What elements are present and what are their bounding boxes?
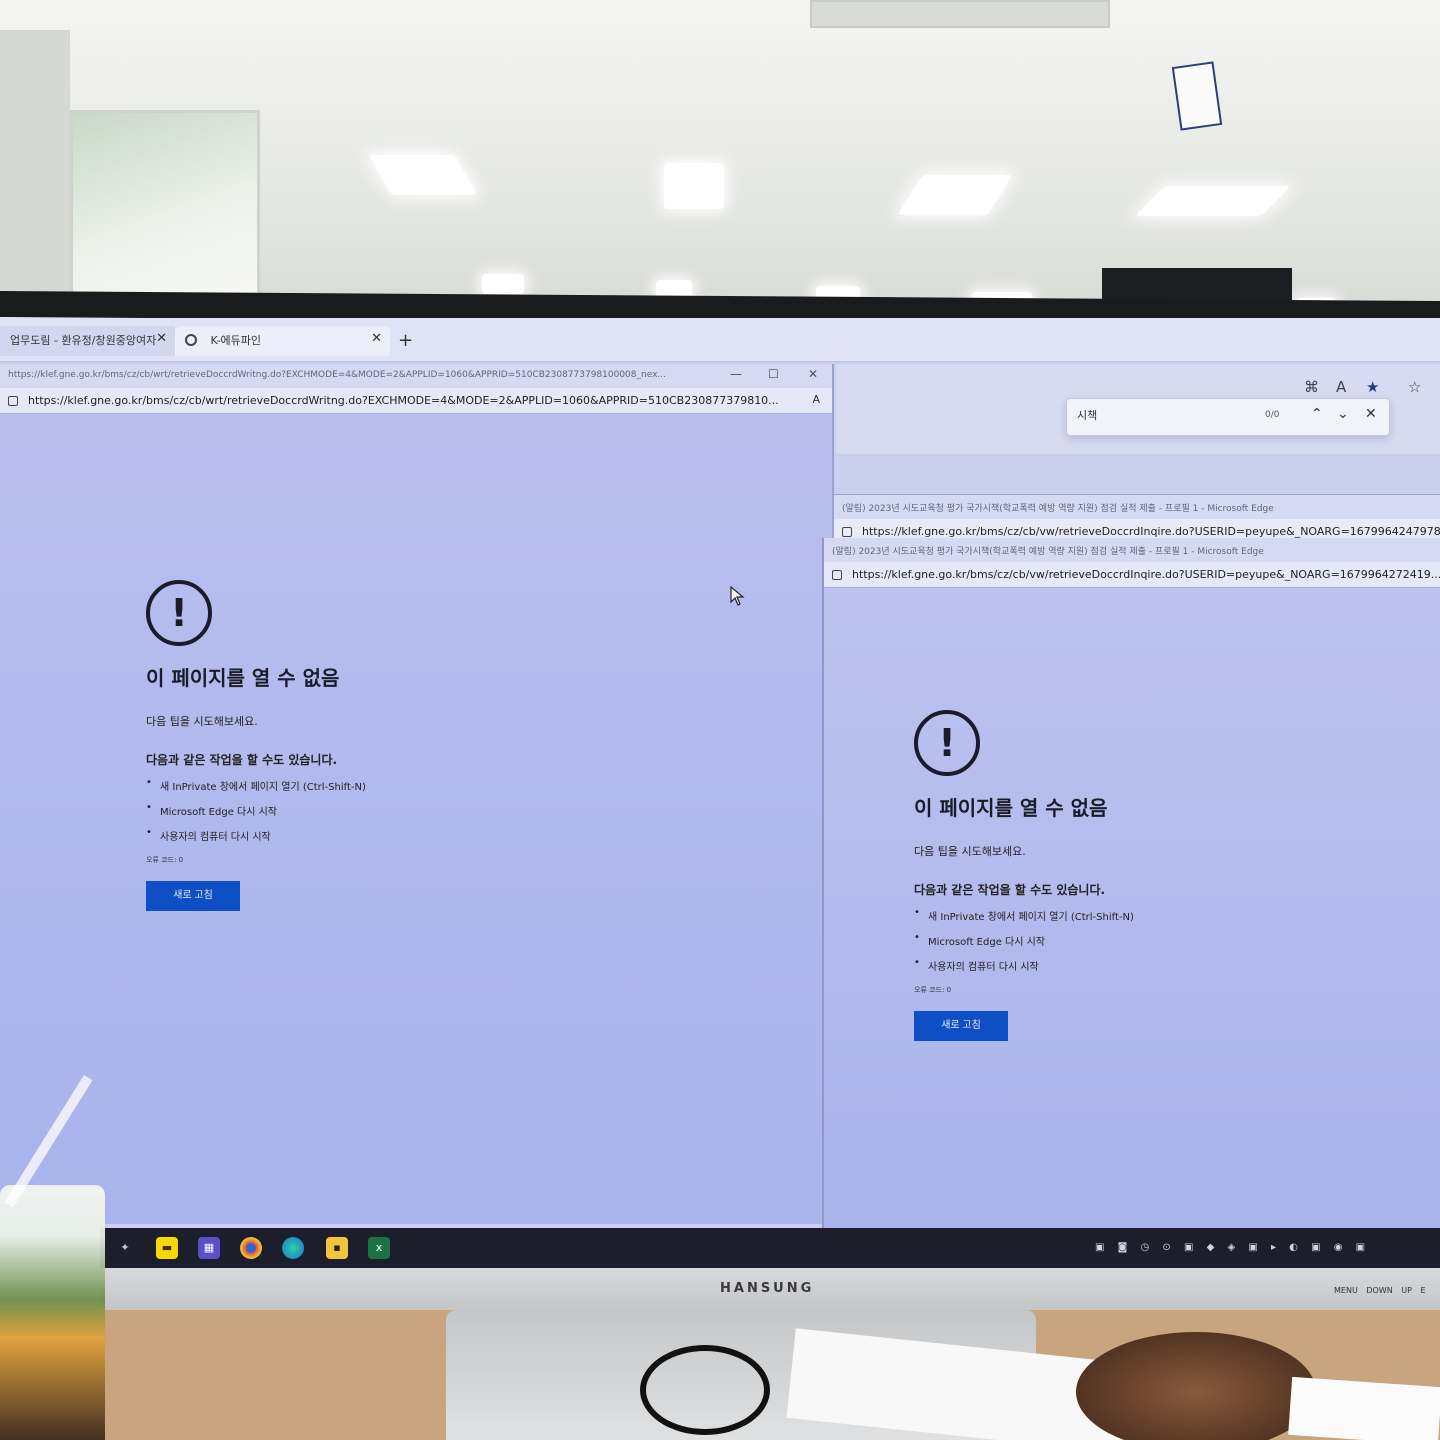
page-icon (185, 334, 197, 346)
lock-icon (842, 527, 852, 537)
app-icon[interactable]: ✦ (114, 1237, 136, 1259)
ceiling-vent (810, 0, 1110, 28)
monitor-buttons: MENU DOWN UP E (1334, 1286, 1426, 1295)
error-page: ! 이 페이지를 열 수 없음 다음 팁을 시도해보세요. 다음과 같은 작업을… (914, 710, 1334, 1041)
address-text: https://klef.gne.go.kr/bms/cz/cb/vw/retr… (862, 525, 1440, 538)
read-aloud-icon[interactable]: A (812, 393, 820, 406)
hanging-sign (1171, 61, 1223, 131)
translate-icon[interactable]: ⌘ (1304, 378, 1319, 396)
close-icon[interactable]: ✕ (808, 367, 818, 381)
maximize-icon[interactable]: ☐ (768, 367, 779, 381)
action-list: 새 InPrivate 창에서 페이지 열기 (Ctrl-Shift-N) Mi… (914, 907, 1334, 973)
calendar-icon[interactable]: ▦ (198, 1237, 220, 1259)
monitor-screen: 업무도림 - 환유정/창원중앙여자 ✕ K-에듀파인 ✕ + ⌘ A ★ ☆ 시… (0, 318, 1440, 1268)
ceiling-light (482, 274, 524, 294)
list-item: Microsoft Edge 다시 시작 (914, 932, 1334, 948)
error-title: 이 페이지를 열 수 없음 (146, 666, 340, 690)
edge-icon[interactable] (282, 1237, 304, 1259)
kakaotalk-icon[interactable]: ▬ (156, 1237, 178, 1259)
system-tray[interactable]: ▣ ◙ ◷ ⊙ ▣ ◆ ◈ ▣ ▸ ◐ ▣ ◉ ▣ (1095, 1242, 1370, 1253)
close-icon[interactable]: ✕ (1365, 406, 1377, 422)
extensions-icon[interactable]: ☆ (1408, 378, 1421, 396)
error-title: 이 페이지를 열 수 없음 (914, 796, 1108, 820)
error-subheading: 다음과 같은 작업을 할 수도 있습니다. (146, 753, 338, 767)
edge-window-right[interactable]: (알림) 2023년 시도교육청 평가 국가시책(학교폭력 예방 역량 지원) … (822, 538, 1440, 1238)
warning-icon: ! (914, 710, 980, 776)
list-item: 새 InPrivate 창에서 페이지 열기 (Ctrl-Shift-N) (146, 777, 546, 793)
find-input[interactable]: 시책 (1077, 407, 1257, 427)
hair-tie (640, 1345, 770, 1435)
office-window (70, 110, 260, 300)
error-subheading: 다음과 같은 작업을 할 수도 있습니다. (914, 883, 1106, 897)
list-item: 사용자의 컴퓨터 다시 시작 (914, 957, 1334, 973)
edge-window-left[interactable]: https://klef.gne.go.kr/bms/cz/cb/wrt/ret… (0, 364, 834, 1224)
refresh-button[interactable]: 새로 고침 (914, 1011, 1008, 1041)
pillar (0, 30, 70, 310)
address-bar[interactable]: https://klef.gne.go.kr/bms/cz/cb/wrt/ret… (0, 388, 832, 414)
list-item: Microsoft Edge 다시 시작 (146, 802, 546, 818)
error-tip: 다음 팁을 시도해보세요. (146, 715, 258, 728)
edge-window-background[interactable]: (알림) 2023년 시도교육청 평가 국가시책(학교폭력 예방 역량 지원) … (834, 494, 1440, 545)
address-bar[interactable]: https://klef.gne.go.kr/bms/cz/cb/vw/retr… (824, 562, 1440, 588)
window-title-text: https://klef.gne.go.kr/bms/cz/cb/wrt/ret… (8, 370, 667, 380)
chevron-down-icon[interactable]: ⌄ (1337, 406, 1349, 422)
address-text: https://klef.gne.go.kr/bms/cz/cb/wrt/ret… (28, 394, 779, 407)
window-title: https://klef.gne.go.kr/bms/cz/cb/wrt/ret… (0, 364, 832, 388)
find-on-page-bar: 시책 0/0 ⌃ ⌄ ✕ (1066, 398, 1390, 436)
find-result-count: 0/0 (1265, 410, 1280, 420)
mouse-cursor-icon (730, 585, 746, 610)
excel-icon[interactable]: x (368, 1237, 390, 1259)
tab-k-edufine[interactable]: K-에듀파인 ✕ (175, 326, 390, 356)
list-item: 새 InPrivate 창에서 페이지 열기 (Ctrl-Shift-N) (914, 907, 1334, 923)
warning-icon: ! (146, 580, 212, 646)
handwritten-note (1288, 1376, 1440, 1440)
windows-taskbar: ✦ ▬ ▦ ▪ x ▣ ◙ ◷ ⊙ ▣ ◆ ◈ ▣ ▸ ◐ ▣ ◉ ▣ (100, 1228, 1440, 1268)
ceiling-light (664, 163, 724, 209)
list-item: 사용자의 컴퓨터 다시 시작 (146, 827, 546, 843)
tab-label: K-에듀파인 (210, 334, 262, 347)
tab-work-portal[interactable]: 업무도림 - 환유정/창원중앙여자 ✕ (0, 326, 175, 356)
read-aloud-icon[interactable]: A (1336, 378, 1346, 396)
error-tip: 다음 팁을 시도해보세요. (914, 845, 1026, 858)
window-title: (알림) 2023년 시도교육청 평가 국가시책(학교폭력 예방 역량 지원) … (824, 538, 1440, 562)
error-page: ! 이 페이지를 열 수 없음 다음 팁을 시도해보세요. 다음과 같은 작업을… (146, 580, 546, 911)
minimize-icon[interactable]: — (730, 367, 742, 381)
snack-tin (1076, 1332, 1316, 1440)
favorite-star-icon[interactable]: ★ (1366, 378, 1379, 396)
error-code: 오류 코드: 0 (914, 986, 952, 994)
lock-icon (8, 396, 18, 406)
refresh-button[interactable]: 새로 고침 (146, 881, 240, 911)
window-title: (알림) 2023년 시도교육청 평가 국가시책(학교폭력 예방 역량 지원) … (834, 495, 1440, 519)
drink-glass (0, 1185, 105, 1440)
monitor-brand-logo: HANSUNG (720, 1281, 815, 1296)
chrome-icon[interactable] (240, 1237, 262, 1259)
action-list: 새 InPrivate 창에서 페이지 열기 (Ctrl-Shift-N) Mi… (146, 777, 546, 843)
close-icon[interactable]: ✕ (371, 331, 382, 346)
new-tab-button[interactable]: + (398, 330, 413, 351)
chevron-up-icon[interactable]: ⌃ (1311, 406, 1323, 422)
sticky-notes-icon[interactable]: ▪ (326, 1237, 348, 1259)
tab-label: 업무도림 - 환유정/창원중앙여자 (10, 334, 157, 347)
browser-tab-bar: 업무도림 - 환유정/창원중앙여자 ✕ K-에듀파인 ✕ + (0, 318, 1440, 362)
address-text: https://klef.gne.go.kr/bms/cz/cb/vw/retr… (852, 568, 1440, 581)
close-icon[interactable]: ✕ (156, 331, 167, 346)
lock-icon (832, 570, 842, 580)
error-code: 오류 코드: 0 (146, 856, 184, 864)
